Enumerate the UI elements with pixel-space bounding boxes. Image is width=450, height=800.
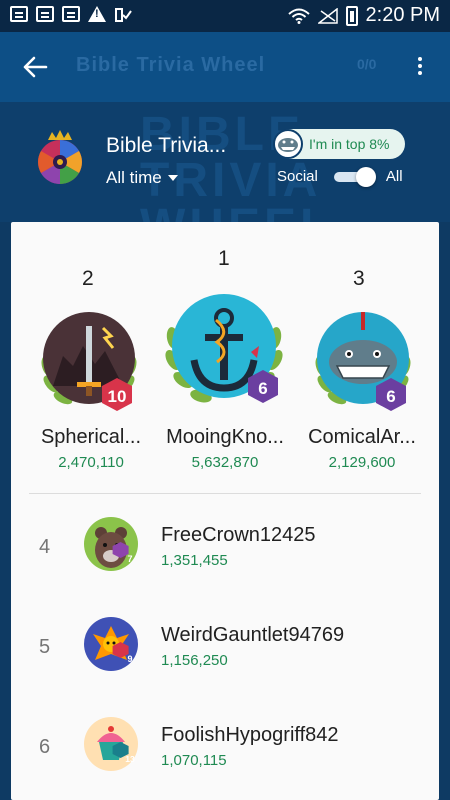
news-notification-icon: [36, 6, 54, 22]
podium-player-name[interactable]: MooingKno...: [159, 426, 291, 449]
time-filter-label: All time: [106, 168, 162, 187]
anchor-avatar-icon[interactable]: 6: [159, 288, 289, 418]
row-player-score: 1,156,250: [161, 652, 228, 669]
shark-avatar-icon: [273, 129, 303, 159]
social-all-toggle-row: Social All: [277, 166, 403, 187]
row-player-score: 1,351,455: [161, 552, 228, 569]
wifi-icon: [287, 8, 310, 24]
phoenix-avatar-icon: 9: [84, 617, 138, 671]
signal-off-icon: [317, 7, 338, 24]
toggle-label-social: Social: [277, 168, 318, 185]
top-percent-badge[interactable]: I'm in top 8%: [273, 129, 405, 159]
news-notification-icon: [62, 6, 80, 22]
notification-icons: [10, 6, 132, 24]
level-badge: 7: [127, 554, 132, 564]
warning-icon: [88, 6, 106, 22]
caret-down-icon: [167, 175, 178, 181]
row-rank: 5: [39, 636, 51, 658]
checklist-icon: [115, 8, 132, 22]
social-all-toggle[interactable]: [333, 166, 376, 187]
game-title: Bible Trivia...: [106, 134, 227, 157]
level-badge: 9: [127, 654, 132, 664]
bear-avatar-icon: 7: [84, 517, 138, 571]
row-rank: 6: [39, 736, 51, 758]
podium-player-score: 2,129,600: [328, 454, 396, 471]
row-player-name: FoolishHypogriff842: [161, 724, 339, 746]
news-notification-icon: [10, 6, 28, 22]
app-bar: Bible Trivia Wheel 0/0: [0, 32, 450, 102]
podium-player-name[interactable]: Spherical...: [33, 426, 149, 449]
level-badge: 10: [108, 387, 127, 406]
system-icons: 2:20 PM: [287, 4, 440, 27]
podium-rank: 2: [82, 267, 94, 290]
row-player-score: 1,070,115: [161, 752, 227, 769]
podium-rank: 1: [218, 247, 230, 270]
top-percent-text: I'm in top 8%: [309, 136, 390, 152]
row-rank: 4: [39, 536, 51, 558]
podium-divider: [29, 493, 421, 494]
time-filter-dropdown[interactable]: All time: [106, 168, 178, 188]
leaderboard-card: 2 1 3 10 6 6 Spherical... MooingKno... C…: [11, 222, 439, 800]
leaderboard-header: BIBLE TRIVIA WHEEL Bible Trivia... All t…: [0, 102, 450, 222]
shark-avatar-icon[interactable]: 6: [307, 306, 419, 418]
podium-player-score: 5,632,870: [191, 454, 259, 471]
trivia-wheel-icon: [38, 130, 82, 184]
cupcake-avatar-icon: 13: [84, 717, 138, 771]
sword-avatar-icon[interactable]: 10: [33, 306, 145, 418]
level-badge: 6: [258, 379, 267, 398]
row-player-name: FreeCrown12425: [161, 524, 316, 546]
overflow-menu-icon[interactable]: [414, 54, 426, 80]
status-bar: 2:20 PM: [0, 0, 450, 32]
podium-player-score: 2,470,110: [58, 454, 124, 471]
row-player-name: WeirdGauntlet94769: [161, 624, 345, 646]
app-bar-title: Bible Trivia Wheel: [76, 54, 266, 76]
app-bar-counter: 0/0: [357, 56, 377, 72]
level-badge: 13: [125, 754, 135, 764]
level-badge: 6: [386, 387, 395, 406]
podium-player-name[interactable]: ComicalAr...: [301, 426, 423, 449]
clock: 2:20 PM: [365, 4, 440, 26]
toggle-label-all: All: [385, 168, 403, 185]
back-arrow-icon[interactable]: [22, 54, 48, 80]
podium-rank: 3: [353, 267, 365, 290]
battery-icon: [345, 5, 358, 26]
